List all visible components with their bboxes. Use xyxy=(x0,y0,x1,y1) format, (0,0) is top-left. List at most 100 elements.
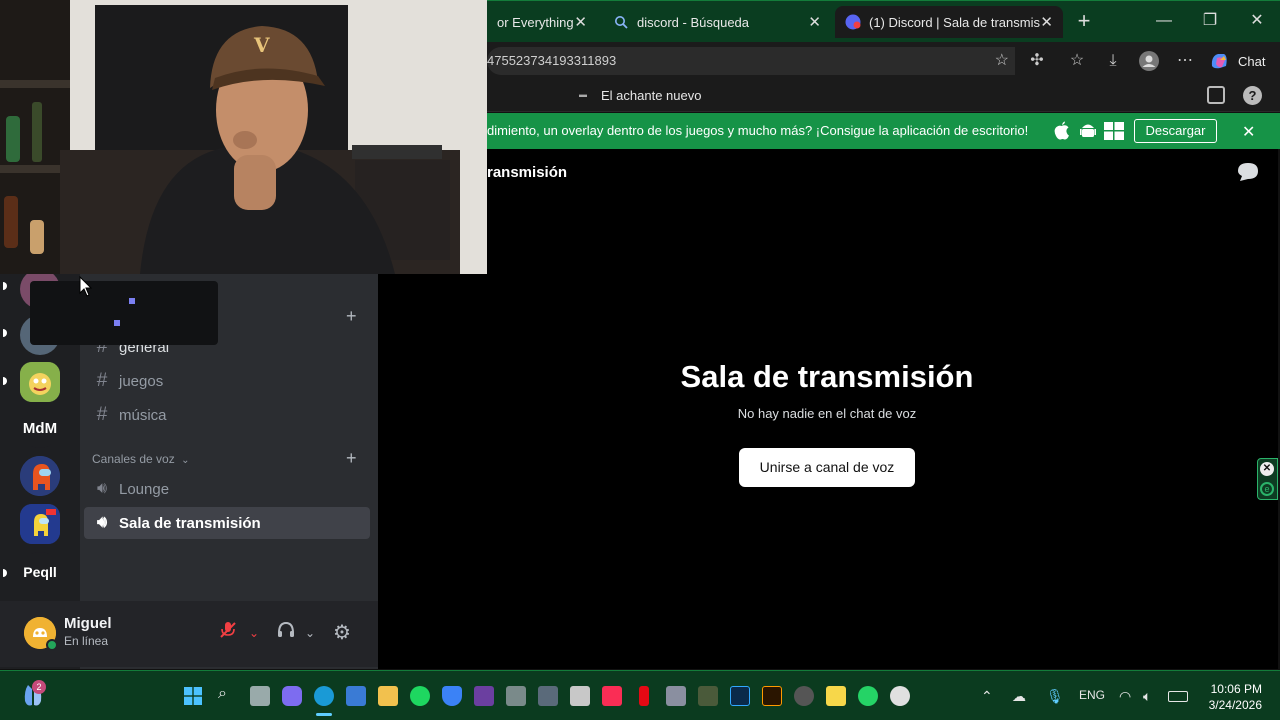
close-banner-icon[interactable]: ✕ xyxy=(1242,122,1255,142)
browser-tab[interactable]: discord - Búsqueda ✕ xyxy=(603,6,831,38)
online-status-icon xyxy=(46,639,58,651)
taskbar: 2 ⌕ ⌃ ☁ 🎙︎ ENG ◠ 🔈︎ 10:06 PM 3/24/2026 xyxy=(0,670,1280,720)
netflix-icon[interactable] xyxy=(639,686,649,706)
photoshop-icon[interactable] xyxy=(730,686,750,706)
copilot-chat-button[interactable]: Chat xyxy=(1208,49,1265,73)
app-icon[interactable] xyxy=(890,686,910,706)
gear-icon[interactable]: ⚙ xyxy=(330,621,354,645)
windows-icon xyxy=(1104,122,1124,140)
server-icon[interactable]: Peqll xyxy=(20,552,60,592)
close-icon[interactable]: ✕ xyxy=(1260,462,1274,476)
server-icon[interactable] xyxy=(20,362,60,402)
wifi-icon[interactable]: ◠ xyxy=(1119,688,1131,705)
browser-tab-active[interactable]: (1) Discord | Sala de transmisión ✕ xyxy=(835,6,1063,38)
task-view-icon[interactable] xyxy=(250,686,270,706)
restore-icon[interactable]: ❐ xyxy=(1198,9,1222,33)
voice-channel-empty-text: No hay nadie en el chat de voz xyxy=(737,406,917,421)
chevron-down-icon[interactable]: ⌄ xyxy=(242,621,266,645)
new-tab-icon[interactable]: + xyxy=(1072,9,1096,33)
app-icon[interactable] xyxy=(538,686,558,706)
illustrator-icon[interactable] xyxy=(762,686,782,706)
channel-header-title: ransmisión xyxy=(487,164,568,181)
voice-channel-title: Sala de transmisión xyxy=(680,359,974,394)
app-icon[interactable] xyxy=(506,686,526,706)
notification-badge: 2 xyxy=(32,680,46,694)
url-text: 475523734193311893 xyxy=(487,53,617,68)
microphone-icon[interactable]: 🎙︎ xyxy=(1046,688,1064,705)
voice-category[interactable]: Canales de voz ⌄ xyxy=(92,452,189,466)
language-indicator[interactable]: ENG xyxy=(1079,688,1105,702)
close-tab-icon[interactable]: ✕ xyxy=(574,13,587,31)
copilot-icon[interactable] xyxy=(282,686,302,706)
chevron-down-icon[interactable]: ⌄ xyxy=(298,621,322,645)
close-tab-icon[interactable]: ✕ xyxy=(1040,13,1053,31)
system-clock[interactable]: 10:06 PM 3/24/2026 xyxy=(1200,681,1262,713)
mute-mic-icon[interactable] xyxy=(216,621,240,645)
channel-label: Sala de transmisión xyxy=(119,514,261,532)
favorites-icon[interactable]: ☆ xyxy=(1067,51,1087,71)
downloads-icon[interactable]: ⤓ xyxy=(1103,51,1123,71)
loading-dot xyxy=(129,298,135,304)
close-tab-icon[interactable]: ✕ xyxy=(808,13,821,31)
username: Miguel xyxy=(64,615,112,632)
clock-date: 3/24/2026 xyxy=(1208,698,1262,712)
side-widget[interactable]: ✕ e xyxy=(1257,458,1278,500)
help-icon[interactable]: ? xyxy=(1243,86,1262,105)
chevron-up-icon[interactable]: ⌃ xyxy=(981,688,993,705)
minimize-icon[interactable]: — xyxy=(1152,9,1176,33)
whatsapp-icon[interactable] xyxy=(858,686,878,706)
chat-bubble-icon[interactable] xyxy=(1237,162,1259,187)
desktop: or Everything - T ✕ discord - Búsqueda ✕… xyxy=(0,0,1280,720)
profile-icon[interactable] xyxy=(1139,51,1159,71)
volume-icon[interactable]: 🔈︎ xyxy=(1143,688,1151,705)
onedrive-icon[interactable]: ☁ xyxy=(1012,688,1026,705)
category-label: Canales de voz xyxy=(92,452,175,466)
edge-icon[interactable] xyxy=(314,686,334,706)
notepad-icon[interactable] xyxy=(570,686,590,706)
url-field[interactable]: 475523734193311893 ☆ xyxy=(487,47,1015,75)
add-voice-channel-icon[interactable]: + xyxy=(346,448,357,469)
webcam-video: V xyxy=(0,0,487,274)
calculator-icon[interactable] xyxy=(666,686,686,706)
apple-icon xyxy=(1053,121,1070,140)
app-icon[interactable] xyxy=(698,686,718,706)
voice-channel-sala-de-transmision[interactable]: 🔊︎ Sala de transmisión xyxy=(84,507,370,539)
server-unread-pill xyxy=(3,329,7,337)
extensions-icon[interactable]: ✣ xyxy=(1027,51,1047,71)
server-icon[interactable]: MdM xyxy=(20,408,60,448)
inbox-icon[interactable] xyxy=(1207,86,1225,104)
search-icon xyxy=(613,14,629,30)
music-icon[interactable] xyxy=(602,686,622,706)
battery-icon[interactable] xyxy=(1168,691,1188,702)
tab-title: discord - Búsqueda xyxy=(637,14,750,30)
search-icon[interactable]: ⌕ xyxy=(218,685,227,703)
server-icon[interactable] xyxy=(20,504,60,544)
store-icon[interactable] xyxy=(346,686,366,706)
windows-start-icon[interactable] xyxy=(184,687,202,710)
favorite-star-icon[interactable]: ☆ xyxy=(995,47,1009,75)
bookmark-item[interactable]: El achante nuevo xyxy=(601,88,701,103)
more-options-icon[interactable]: ⋯ xyxy=(1175,51,1195,71)
channel-label: música xyxy=(119,406,167,424)
channel-juegos[interactable]: # juegos xyxy=(84,365,370,397)
download-button[interactable]: Descargar xyxy=(1134,119,1217,143)
spotify-icon[interactable] xyxy=(410,686,430,706)
close-window-icon[interactable]: ✕ xyxy=(1245,9,1269,33)
headphones-icon[interactable] xyxy=(274,621,298,645)
channel-musica[interactable]: # música xyxy=(84,399,370,431)
server-icon[interactable] xyxy=(20,456,60,496)
voice-channel-view: ransmisión Sala de transmisión No hay na… xyxy=(378,149,1278,669)
app-icon[interactable] xyxy=(474,686,494,706)
chevron-down-icon: ⌄ xyxy=(181,455,190,466)
join-voice-button[interactable]: Unirse a canal de voz xyxy=(739,448,915,487)
mouse-cursor-icon xyxy=(79,276,93,297)
file-explorer-icon[interactable] xyxy=(378,686,398,706)
app-icon[interactable] xyxy=(794,686,814,706)
sticky-notes-icon[interactable] xyxy=(826,686,846,706)
defender-icon[interactable] xyxy=(442,686,462,706)
user-status: En línea xyxy=(64,634,109,648)
edge-icon[interactable]: e xyxy=(1260,482,1274,496)
add-text-channel-icon[interactable]: + xyxy=(346,306,357,327)
browser-tab[interactable]: or Everything - T ✕ xyxy=(487,6,597,38)
voice-channel-lounge[interactable]: 🔊︎ Lounge xyxy=(84,473,370,505)
